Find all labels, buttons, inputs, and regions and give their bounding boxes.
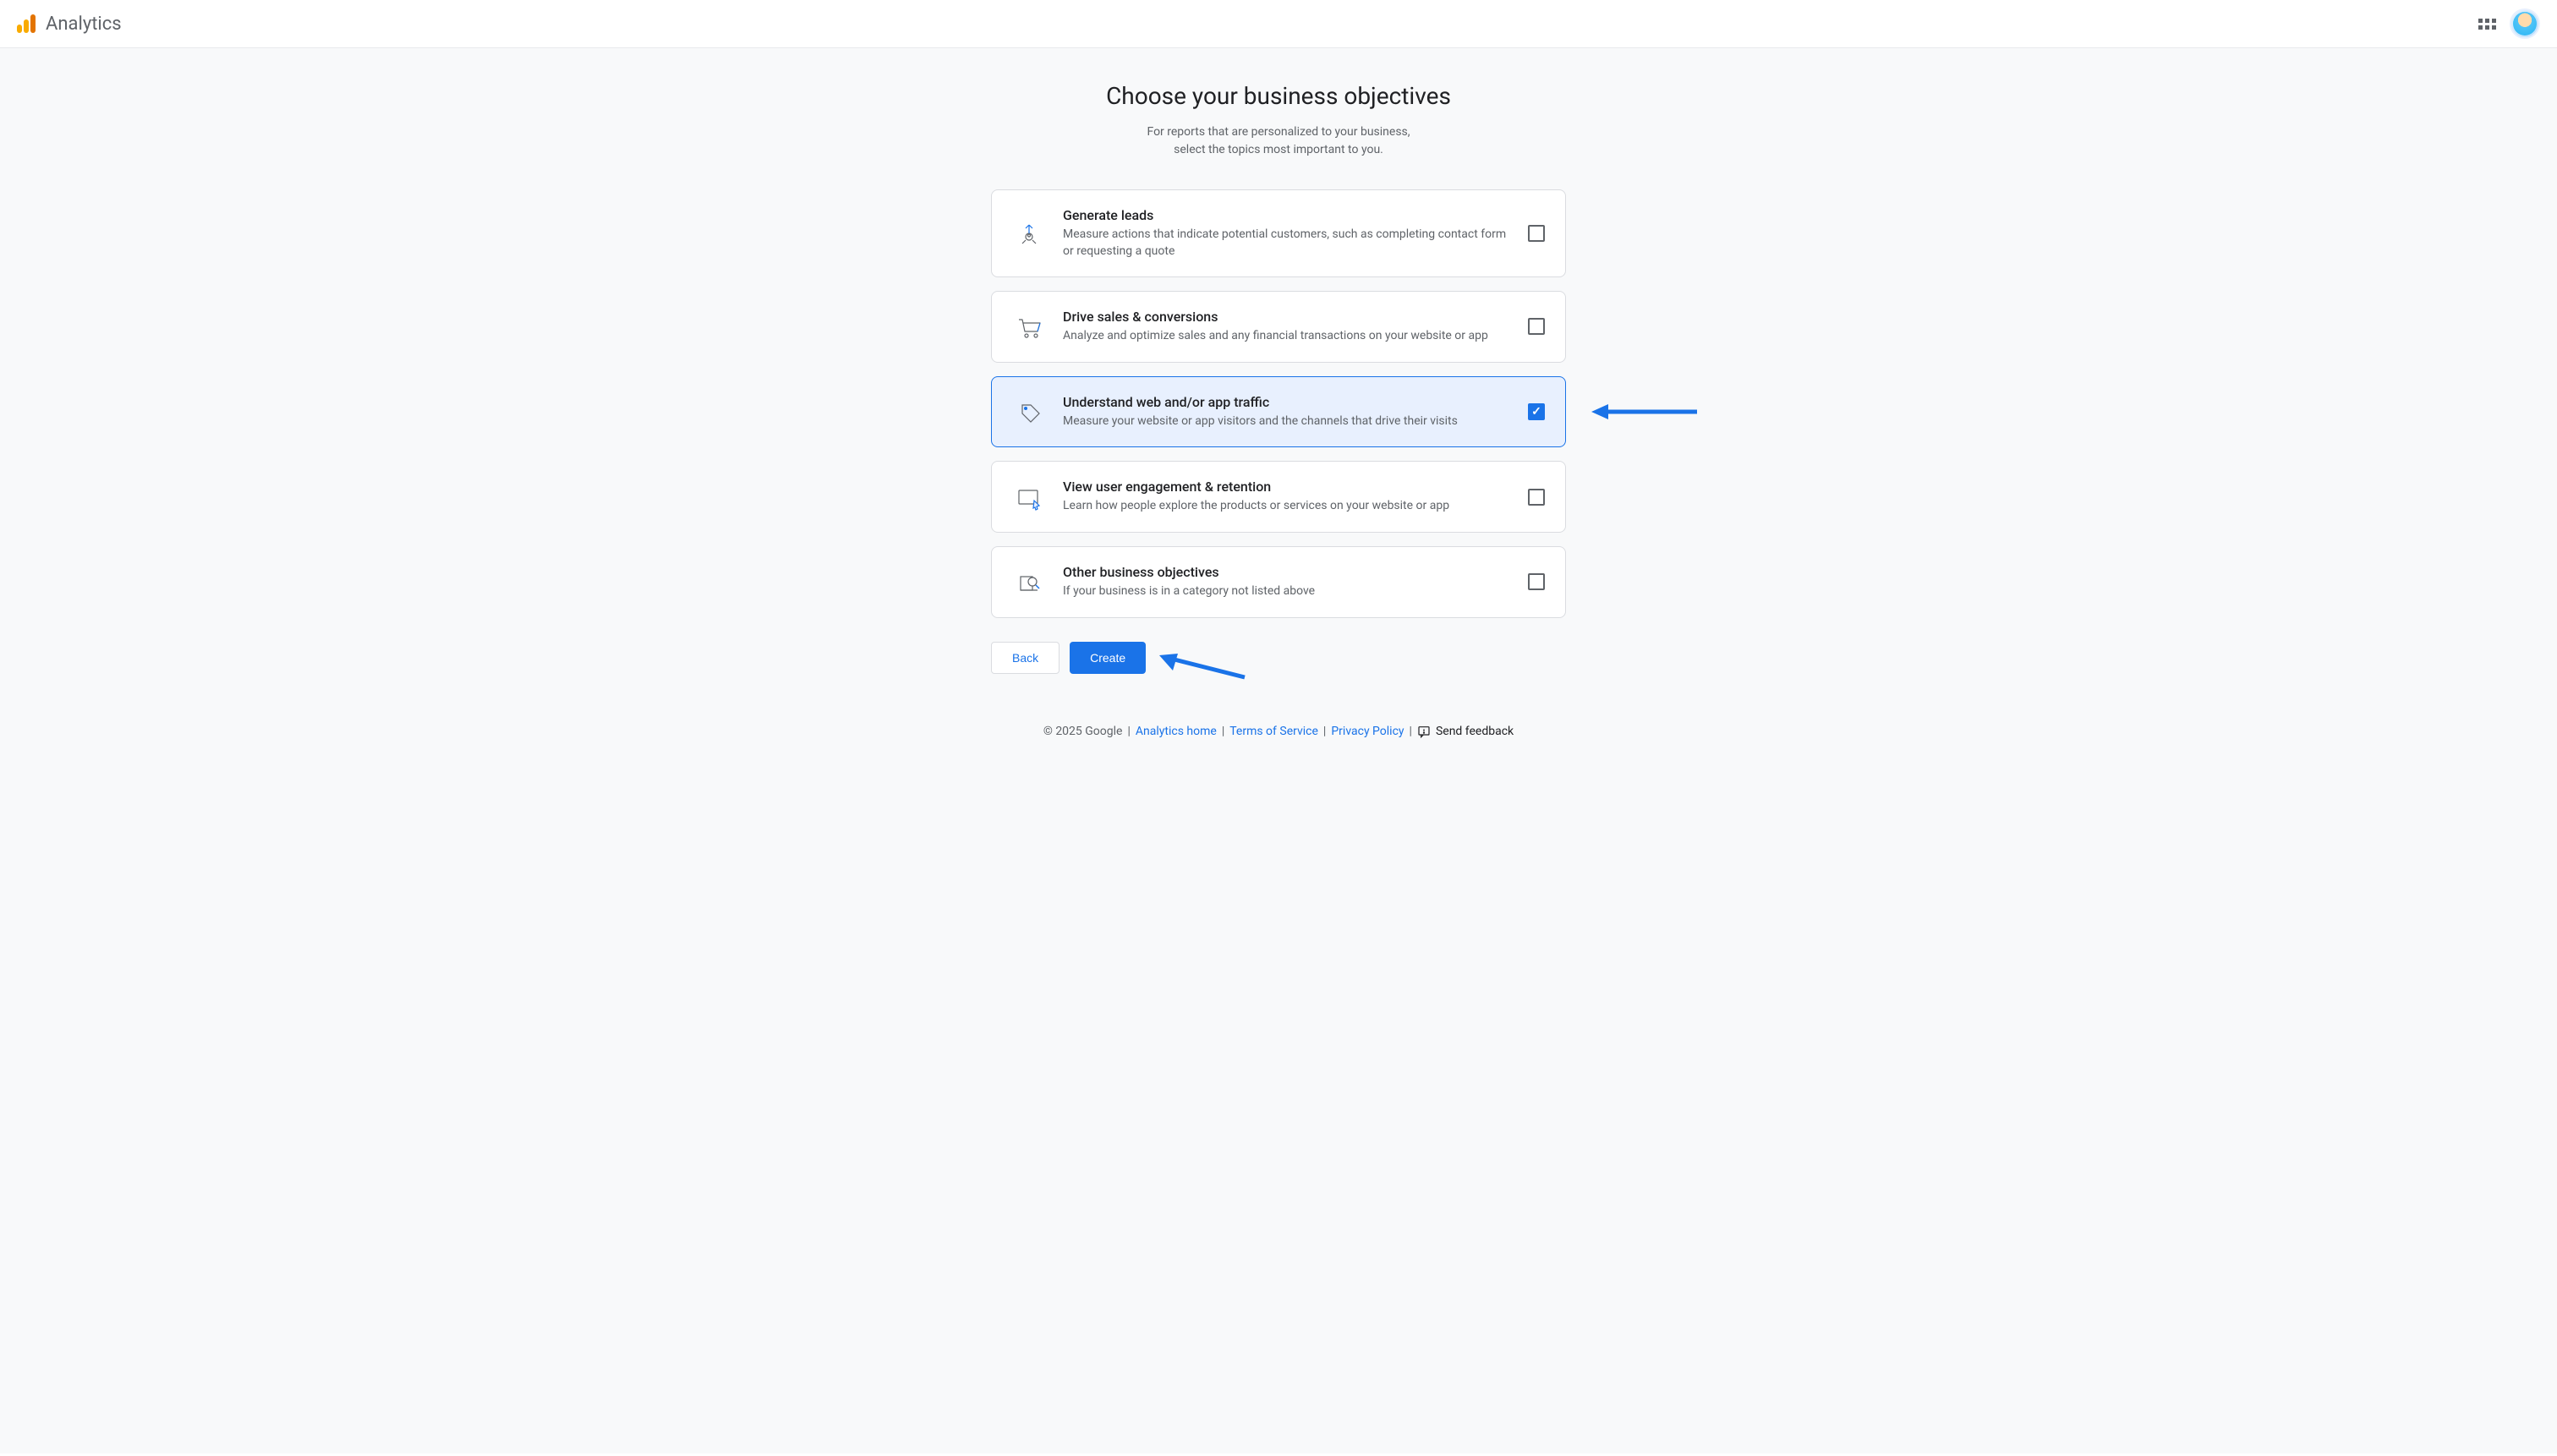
header-right xyxy=(2478,8,2540,39)
checkmark-icon: ✓ xyxy=(1531,405,1541,419)
objective-title: View user engagement & retention xyxy=(1063,479,1511,495)
annotation-arrow-icon xyxy=(1591,399,1701,424)
page-title: Choose your business objectives xyxy=(991,82,1566,110)
action-buttons: Back Create xyxy=(991,642,1566,674)
objective-description: Measure actions that indicate potential … xyxy=(1063,227,1511,260)
main-content: Choose your business objectives For repo… xyxy=(0,48,2557,1453)
objective-checkbox[interactable] xyxy=(1528,573,1545,590)
leads-icon xyxy=(1012,216,1046,250)
objective-checkbox[interactable] xyxy=(1528,225,1545,242)
objective-understand-traffic[interactable]: Understand web and/or app traffic Measur… xyxy=(991,376,1566,448)
objective-checkbox[interactable]: ✓ xyxy=(1528,403,1545,420)
objective-title: Other business objectives xyxy=(1063,564,1511,580)
objective-user-engagement[interactable]: View user engagement & retention Learn h… xyxy=(991,461,1566,533)
product-name: Analytics xyxy=(46,14,122,35)
objective-title: Generate leads xyxy=(1063,207,1511,223)
cart-icon xyxy=(1012,309,1046,343)
objectives-list: Generate leads Measure actions that indi… xyxy=(991,189,1566,618)
objective-checkbox[interactable] xyxy=(1528,318,1545,335)
app-header: Analytics xyxy=(0,0,2557,48)
tag-icon xyxy=(1012,395,1046,429)
search-building-icon xyxy=(1012,565,1046,599)
feedback-icon xyxy=(1417,725,1431,738)
objective-generate-leads[interactable]: Generate leads Measure actions that indi… xyxy=(991,189,1566,277)
terms-link[interactable]: Terms of Service xyxy=(1229,725,1318,738)
screen-cursor-icon xyxy=(1012,480,1046,514)
objective-drive-sales[interactable]: Drive sales & conversions Analyze and op… xyxy=(991,291,1566,363)
privacy-link[interactable]: Privacy Policy xyxy=(1331,725,1404,738)
page-footer: © 2025 Google | Analytics home | Terms o… xyxy=(991,725,1566,738)
create-button[interactable]: Create xyxy=(1070,642,1146,674)
user-avatar[interactable] xyxy=(2510,8,2540,39)
copyright-text: © 2025 Google xyxy=(1043,725,1123,738)
analytics-home-link[interactable]: Analytics home xyxy=(1136,725,1217,738)
header-left: Analytics xyxy=(17,14,122,35)
objective-title: Understand web and/or app traffic xyxy=(1063,394,1511,410)
page-subtitle: For reports that are personalized to you… xyxy=(991,123,1566,159)
apps-grid-icon[interactable] xyxy=(2478,19,2496,30)
objective-description: Learn how people explore the products or… xyxy=(1063,498,1511,515)
objective-title: Drive sales & conversions xyxy=(1063,309,1511,325)
analytics-logo-icon xyxy=(17,14,36,33)
objective-description: Measure your website or app visitors and… xyxy=(1063,413,1511,430)
objective-description: Analyze and optimize sales and any finan… xyxy=(1063,328,1511,345)
objective-description: If your business is in a category not li… xyxy=(1063,583,1511,600)
back-button[interactable]: Back xyxy=(991,642,1059,674)
objective-checkbox[interactable] xyxy=(1528,489,1545,506)
send-feedback-button[interactable]: Send feedback xyxy=(1417,725,1514,738)
objective-other[interactable]: Other business objectives If your busine… xyxy=(991,546,1566,618)
